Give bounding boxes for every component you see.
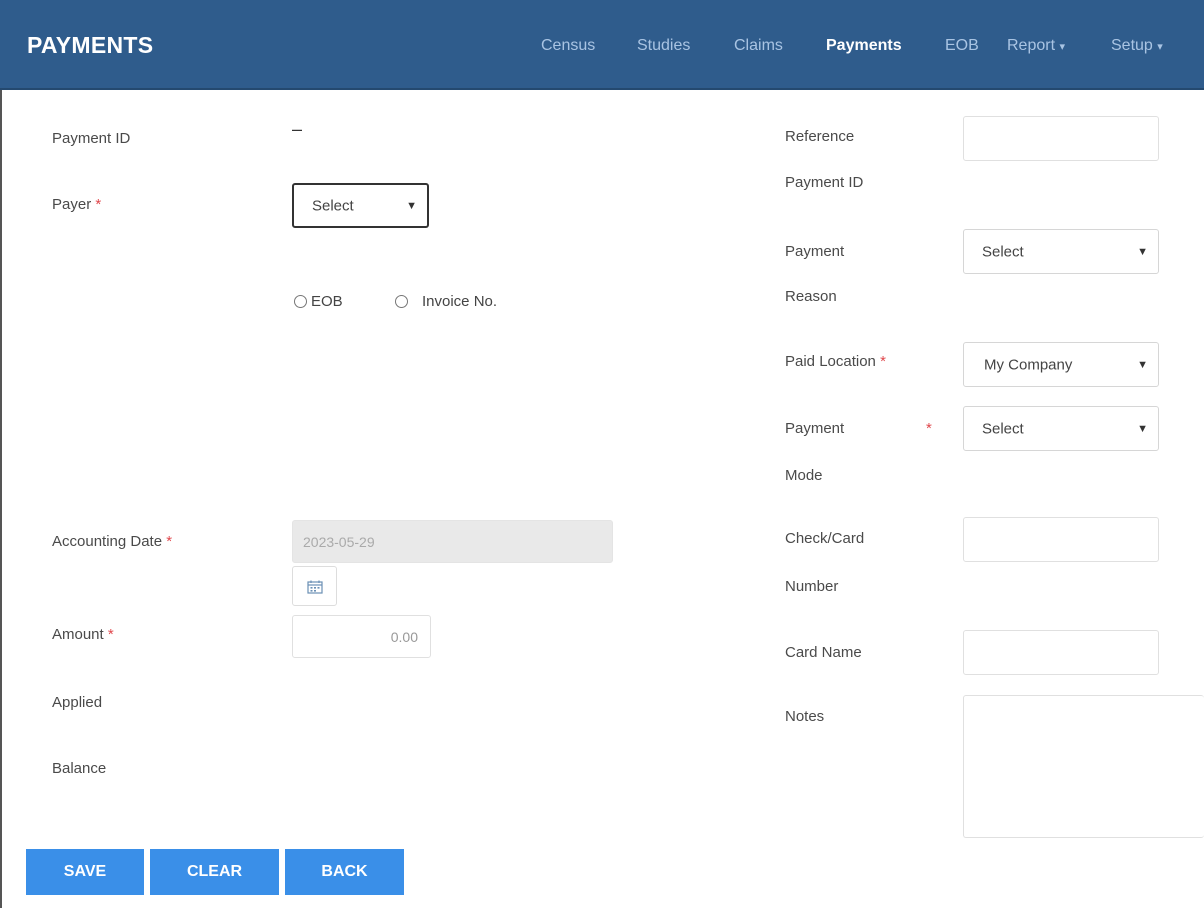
paid-location-value: My Company xyxy=(984,356,1073,373)
calendar-button[interactable] xyxy=(292,566,337,606)
top-navbar: PAYMENTS Census Studies Claims Payments … xyxy=(0,0,1204,90)
reason-label-line1: Payment xyxy=(785,243,845,260)
nav-report[interactable]: Report ▾ xyxy=(1007,37,1065,55)
accounting-date-input[interactable]: 2023-05-29 xyxy=(292,520,613,563)
chevron-down-icon: ▾ xyxy=(1157,41,1163,53)
save-button[interactable]: SAVE xyxy=(26,849,144,895)
page-title: PAYMENTS xyxy=(27,32,154,58)
notes-textarea[interactable] xyxy=(963,695,1204,838)
payment-mode-label-line1: Payment xyxy=(785,420,845,437)
payment-id-label: Payment ID xyxy=(52,130,131,147)
payment-id-value: – xyxy=(292,119,303,139)
radio-circle-icon xyxy=(294,295,307,308)
reference-payment-id-input[interactable] xyxy=(963,116,1159,161)
reference-label-line2: Payment ID xyxy=(785,174,864,191)
paid-location-select[interactable]: My Company ▼ xyxy=(963,342,1159,387)
back-button[interactable]: BACK xyxy=(285,849,404,895)
nav-setup[interactable]: Setup ▾ xyxy=(1111,37,1163,55)
nav-eob[interactable]: EOB xyxy=(945,37,979,55)
payment-mode-label-line2: Mode xyxy=(785,467,823,484)
payment-mode-value: Select xyxy=(982,420,1024,437)
payer-label: Payer * xyxy=(52,196,102,213)
card-name-label: Card Name xyxy=(785,644,862,661)
nav-studies[interactable]: Studies xyxy=(637,37,690,55)
clear-button[interactable]: CLEAR xyxy=(150,849,279,895)
card-number-label-line2: Number xyxy=(785,578,839,595)
card-number-label-line1: Check/Card xyxy=(785,530,865,547)
card-number-input[interactable] xyxy=(963,517,1159,562)
notes-label: Notes xyxy=(785,708,825,725)
chevron-down-icon: ▼ xyxy=(406,199,417,212)
card-name-input[interactable] xyxy=(963,630,1159,675)
paid-location-label: Paid Location * xyxy=(785,353,886,370)
reason-label-line2: Reason xyxy=(785,288,837,305)
payment-mode-select[interactable]: Select ▼ xyxy=(963,406,1159,451)
nav-claims[interactable]: Claims xyxy=(734,37,783,55)
nav-setup-label: Setup xyxy=(1111,37,1153,54)
nav-report-label: Report xyxy=(1007,37,1056,54)
accounting-date-label: Accounting Date * xyxy=(52,533,173,550)
chevron-down-icon: ▼ xyxy=(1137,358,1148,371)
nav-census[interactable]: Census xyxy=(541,37,595,55)
radio-circle-icon xyxy=(395,295,408,308)
payment-reason-select[interactable]: Select ▼ xyxy=(963,229,1159,274)
reference-label-line1: Reference xyxy=(785,128,855,145)
calendar-icon xyxy=(307,580,323,594)
radio-invoice[interactable]: Invoice No. xyxy=(395,293,497,310)
payment-reason-value: Select xyxy=(982,243,1024,260)
chevron-down-icon: ▼ xyxy=(1137,422,1148,435)
chevron-down-icon: ▼ xyxy=(1137,245,1148,258)
payer-select-value: Select xyxy=(312,197,354,214)
radio-eob[interactable]: EOB xyxy=(294,293,343,310)
payment-mode-required: * xyxy=(926,420,932,437)
applied-label: Applied xyxy=(52,694,103,711)
amount-input[interactable]: 0.00 xyxy=(292,615,431,658)
amount-label: Amount * xyxy=(52,626,114,643)
balance-label: Balance xyxy=(52,760,107,777)
nav-payments[interactable]: Payments xyxy=(826,37,902,55)
chevron-down-icon: ▾ xyxy=(1059,41,1066,53)
payer-select[interactable]: Select ▼ xyxy=(292,183,429,228)
